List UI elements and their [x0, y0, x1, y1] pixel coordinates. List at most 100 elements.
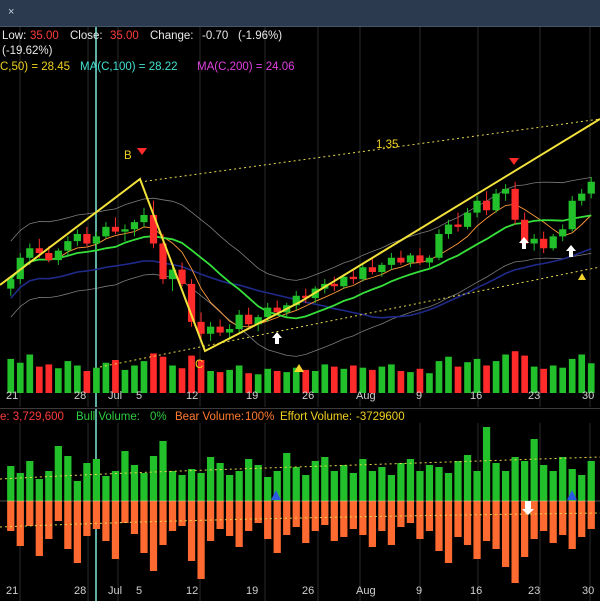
- x-tick-label: 12: [186, 585, 199, 597]
- volume-bar: [426, 373, 433, 393]
- candle-body: [216, 326, 224, 333]
- bull-volume-bar: [340, 465, 348, 501]
- candle-body: [397, 257, 405, 263]
- candle-body: [245, 314, 253, 325]
- volume-bar: [445, 356, 452, 393]
- bear-volume-bar: [578, 501, 586, 537]
- bull-volume-bar: [283, 453, 291, 501]
- candle-body: [587, 181, 595, 194]
- volume-bar: [388, 364, 395, 393]
- candle-body: [501, 188, 510, 194]
- price-panel[interactable]: Low: 35.00 Close: 35.00 Change: -0.70 (-…: [0, 27, 600, 407]
- x-tick-label: 23: [528, 585, 541, 597]
- bear-volume-bar: [568, 501, 576, 549]
- volume-bar: [397, 371, 405, 393]
- bear-volume-bar: [549, 501, 557, 543]
- bear-volume-bar: [416, 501, 424, 539]
- x-tick-label: 19: [246, 390, 259, 402]
- volume-bar: [350, 365, 357, 393]
- bull-volume-bar: [406, 459, 415, 501]
- bear-volume-bar: [463, 501, 472, 545]
- candle-body: [530, 238, 538, 244]
- candle-body: [492, 193, 500, 211]
- candle-body: [359, 267, 367, 280]
- candle-body: [559, 229, 567, 237]
- candle-body: [463, 212, 472, 227]
- candle-body: [549, 236, 557, 249]
- volume-chart[interactable]: [0, 409, 600, 601]
- candle-body: [7, 279, 15, 289]
- x-tick-label: 30: [582, 390, 595, 402]
- bull-volume-bar: [92, 459, 101, 501]
- bull-volume-bar: [578, 475, 586, 501]
- bull-volume-bar: [321, 457, 329, 501]
- volume-bar: [587, 363, 595, 393]
- bull-volume-bar: [397, 463, 405, 501]
- volume-bar: [435, 361, 443, 393]
- bull-volume-bar: [216, 463, 224, 501]
- bear-volume-bar: [54, 501, 62, 521]
- volume-bar: [16, 362, 24, 393]
- candle-body: [130, 222, 139, 230]
- candle-body: [416, 255, 424, 263]
- volume-bar: [330, 366, 338, 393]
- candle-body: [54, 250, 62, 261]
- candle-body: [235, 314, 243, 329]
- bull-volume-bar: [521, 461, 529, 501]
- bull-volume-bar: [245, 459, 253, 501]
- bear-volume-bar: [359, 501, 367, 535]
- bull-volume-value: 0%: [150, 411, 167, 423]
- bear-volume-bar: [178, 501, 186, 526]
- volume-bar: [273, 371, 281, 393]
- bull-volume-bar: [473, 471, 481, 501]
- bear-volume-bar: [206, 501, 215, 541]
- low-label: Low:: [2, 30, 27, 42]
- bull-volume-bar: [559, 457, 567, 501]
- bull-volume-bar: [587, 461, 595, 501]
- x-tick-label: 30: [582, 585, 595, 597]
- volume-bar: [112, 360, 119, 393]
- volume-bar: [150, 353, 157, 393]
- x-tick-label: Jul: [108, 390, 123, 402]
- volume-panel[interactable]: e: 3,729,600 Bull Volume: 0% Bear Volume…: [0, 408, 600, 601]
- bull-volume-bar: [444, 473, 453, 501]
- volume-bar: [55, 368, 62, 393]
- candle-body: [111, 226, 120, 232]
- triangle-marker-icon: [578, 273, 586, 280]
- bear-volume-bar: [92, 501, 101, 529]
- bull-volume-bar: [45, 471, 53, 501]
- volume-bar: [378, 366, 386, 393]
- volume-bar: [207, 371, 214, 393]
- bear-volume-bar: [283, 501, 291, 535]
- bear-volume-bar: [187, 501, 196, 561]
- volume-bar: [578, 354, 586, 393]
- candle-body: [425, 257, 434, 263]
- candle-body: [102, 226, 110, 237]
- candle-body: [511, 188, 519, 220]
- volume-bar: [283, 372, 291, 393]
- price-chart[interactable]: [0, 27, 600, 407]
- bear-volume-bar: [425, 501, 434, 531]
- bull-volume-bar: [83, 463, 91, 501]
- change-value: -0.70: [202, 30, 229, 42]
- bear-volume-bar: [435, 501, 443, 551]
- bull-volume-bar: [149, 456, 158, 501]
- bull-volume-bar: [492, 463, 500, 501]
- volume-bar: [559, 367, 567, 393]
- bull-volume-bar: [140, 473, 148, 501]
- bear-volume-bar: [111, 501, 120, 559]
- bear-volume-bar: [140, 501, 148, 553]
- bull-volume-bar: [73, 481, 81, 501]
- bear-volume-bar: [254, 501, 262, 523]
- close-label: Close:: [70, 30, 103, 42]
- bull-volume-bar: [254, 465, 262, 501]
- bull-volume-bar: [330, 471, 338, 501]
- x-tick-label: 21: [6, 390, 19, 402]
- bull-volume-bar: [178, 475, 186, 501]
- bear-volume-bar: [226, 501, 234, 536]
- candle-body: [206, 326, 215, 334]
- bear-volume-bar: [368, 501, 376, 547]
- bear-volume-bar: [273, 501, 281, 553]
- close-icon[interactable]: ×: [8, 6, 20, 18]
- bear-volume-bar: [559, 501, 567, 535]
